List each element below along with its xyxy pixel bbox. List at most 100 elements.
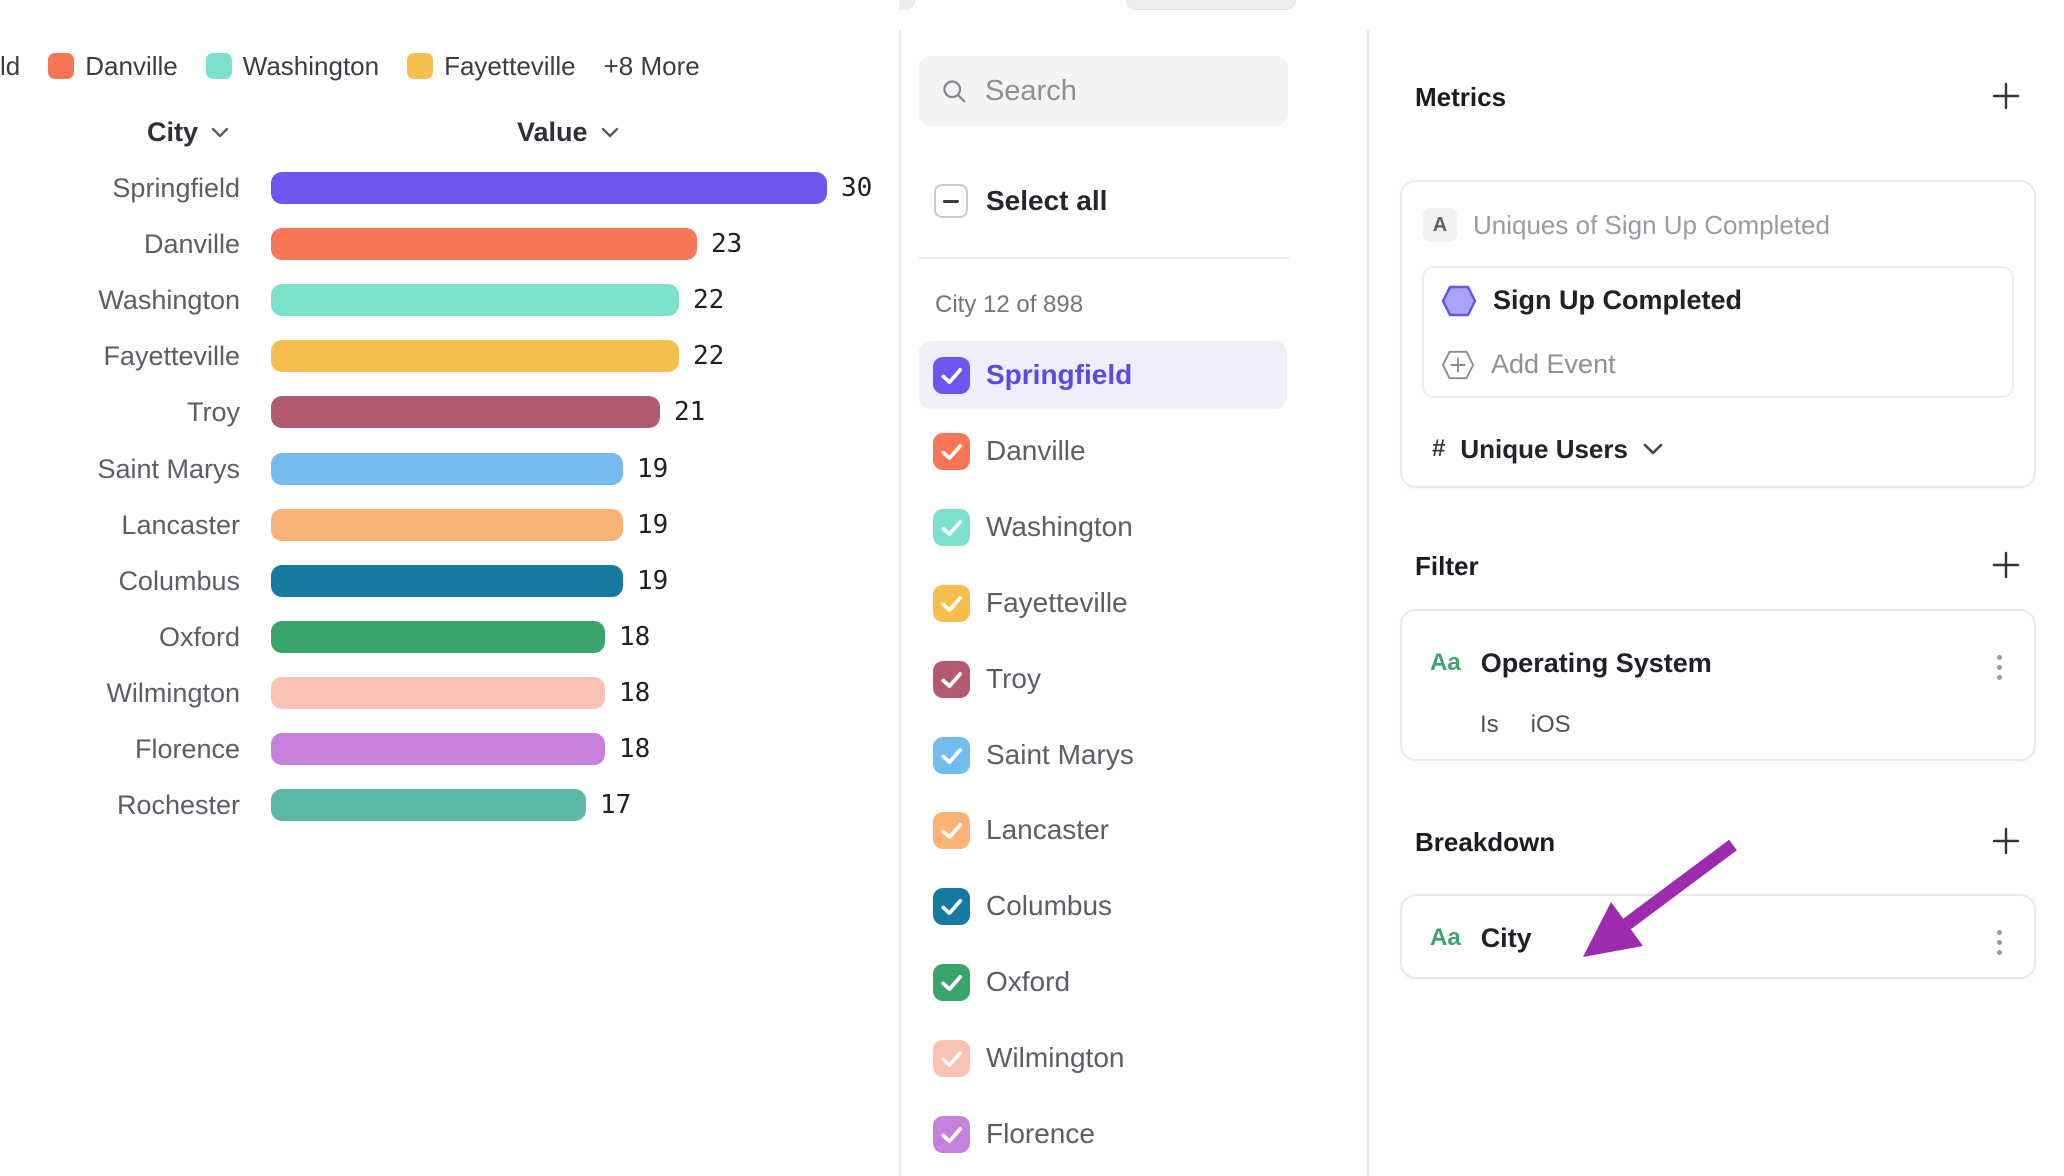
measure-dropdown[interactable]: # Unique Users bbox=[1432, 430, 1663, 468]
city-list-item[interactable]: Lancaster bbox=[919, 796, 1287, 864]
add-breakdown-button[interactable] bbox=[1985, 820, 2027, 862]
city-list-item[interactable]: Saint Marys bbox=[919, 721, 1287, 789]
chart-row: Fayetteville 22 bbox=[0, 340, 899, 372]
metric-summary-label: Uniques of Sign Up Completed bbox=[1473, 210, 1830, 241]
checkbox-checked[interactable] bbox=[933, 737, 970, 774]
hash-icon: # bbox=[1432, 435, 1445, 463]
chart-row: Troy21 bbox=[0, 396, 899, 428]
bar-category-label: Florence bbox=[0, 734, 240, 765]
checkmark-icon bbox=[933, 509, 970, 546]
bar-value-label: 18 bbox=[619, 734, 650, 764]
checkmark-icon bbox=[933, 661, 970, 698]
hexagon-plus-icon bbox=[1440, 349, 1476, 381]
city-label: Troy bbox=[986, 663, 1041, 695]
add-event-row[interactable]: Add Event bbox=[1440, 332, 2000, 397]
measure-label: Unique Users bbox=[1460, 434, 1628, 465]
plus-icon bbox=[1990, 80, 2022, 112]
bar-value-label: 17 bbox=[600, 790, 631, 820]
filter-property-row[interactable]: Aa Operating System bbox=[1430, 641, 1712, 685]
checkmark-icon bbox=[933, 585, 970, 622]
property-type-badge: Aa bbox=[1430, 649, 1461, 677]
bar bbox=[271, 284, 679, 316]
city-label: Columbus bbox=[986, 890, 1112, 922]
bar-category-label: Wilmington bbox=[0, 678, 240, 709]
city-label: Florence bbox=[986, 1118, 1095, 1150]
bar-value-label: 22 bbox=[693, 285, 724, 315]
checkbox-checked[interactable] bbox=[933, 433, 970, 470]
hexagon-icon bbox=[1440, 284, 1478, 318]
checkmark-icon bbox=[933, 888, 970, 925]
city-list-item[interactable]: Danville bbox=[919, 417, 1287, 485]
checkmark-icon bbox=[933, 357, 970, 394]
chart-rows: Springfield30Danville23Washington22Fayet… bbox=[0, 0, 899, 1176]
bar bbox=[271, 565, 623, 597]
checkmark-icon bbox=[933, 433, 970, 470]
checkbox-checked[interactable] bbox=[933, 357, 970, 394]
bar-category-label: Danville bbox=[0, 229, 240, 260]
city-list-item[interactable]: Oxford bbox=[919, 948, 1287, 1016]
add-filter-button[interactable] bbox=[1985, 544, 2027, 586]
plus-icon bbox=[1990, 549, 2022, 581]
checkbox-checked[interactable] bbox=[933, 1040, 970, 1077]
top-tab-fragment bbox=[1126, 0, 1296, 10]
bar bbox=[271, 396, 660, 428]
breakdown-property-label: City bbox=[1481, 923, 1532, 954]
bar-category-label: Oxford bbox=[0, 622, 240, 653]
checkbox-checked[interactable] bbox=[933, 1116, 970, 1153]
chart-row: Washington 22 bbox=[0, 284, 899, 316]
city-label: Danville bbox=[986, 435, 1086, 467]
plus-icon bbox=[1990, 825, 2022, 857]
city-list-item[interactable]: Washington bbox=[919, 493, 1287, 561]
bar-chart-panel: ld DanvilleWashingtonFayetteville+8 More… bbox=[0, 0, 899, 1176]
bar bbox=[271, 228, 697, 260]
breakdown-property-row[interactable]: Aa City bbox=[1430, 916, 1532, 960]
add-metric-button[interactable] bbox=[1985, 75, 2027, 117]
event-row[interactable]: Sign Up Completed bbox=[1440, 268, 2000, 333]
kebab-icon[interactable] bbox=[1991, 649, 2008, 686]
bar-category-label: Columbus bbox=[0, 566, 240, 597]
checkmark-icon bbox=[933, 964, 970, 1001]
bar-value-label: 18 bbox=[619, 622, 650, 652]
bar-value-label: 22 bbox=[693, 341, 724, 371]
kebab-icon[interactable] bbox=[1991, 924, 2008, 961]
bar-category-label: Saint Marys bbox=[0, 454, 240, 485]
bar-value-label: 19 bbox=[637, 510, 668, 540]
city-list-item[interactable]: Fayetteville bbox=[919, 569, 1287, 637]
bar-category-label: Fayetteville bbox=[0, 341, 240, 372]
city-label: Saint Marys bbox=[986, 739, 1134, 771]
bar-value-label: 23 bbox=[711, 229, 742, 259]
city-list-item[interactable]: Florence bbox=[919, 1100, 1287, 1168]
city-label: Lancaster bbox=[986, 814, 1109, 846]
add-event-label: Add Event bbox=[1491, 349, 1616, 380]
chart-row: Wilmington18 bbox=[0, 677, 899, 709]
filter-condition-row[interactable]: Is iOS bbox=[1480, 709, 1571, 741]
city-list-item[interactable]: Troy bbox=[919, 645, 1287, 713]
chevron-down-icon bbox=[1643, 443, 1663, 455]
metric-card: A Uniques of Sign Up Completed Sign Up C… bbox=[1400, 180, 2036, 488]
breakdown-card: Aa City bbox=[1400, 894, 2036, 979]
checkbox-checked[interactable] bbox=[933, 888, 970, 925]
city-list-item[interactable]: Columbus bbox=[919, 872, 1287, 940]
metric-summary-row: A Uniques of Sign Up Completed bbox=[1423, 208, 1830, 242]
chart-row: Lancaster19 bbox=[0, 509, 899, 541]
city-list: Springfield Danville Washington Fayettevill… bbox=[901, 30, 1367, 1176]
bar-category-label: Troy bbox=[0, 397, 240, 428]
metrics-section-title: Metrics bbox=[1415, 82, 1506, 113]
bar bbox=[271, 789, 586, 821]
checkbox-checked[interactable] bbox=[933, 585, 970, 622]
bar-category-label: Washington bbox=[0, 285, 240, 316]
checkbox-checked[interactable] bbox=[933, 964, 970, 1001]
checkbox-checked[interactable] bbox=[933, 812, 970, 849]
bar-category-label: Rochester bbox=[0, 790, 240, 821]
city-label: Wilmington bbox=[986, 1042, 1124, 1074]
chart-row: Springfield30 bbox=[0, 172, 899, 204]
city-list-item[interactable]: Springfield bbox=[919, 341, 1287, 409]
checkbox-checked[interactable] bbox=[933, 661, 970, 698]
chart-row: Rochester 17 bbox=[0, 789, 899, 821]
bar bbox=[271, 621, 605, 653]
city-list-item[interactable]: Wilmington bbox=[919, 1024, 1287, 1092]
city-label: Washington bbox=[986, 511, 1133, 543]
checkbox-checked[interactable] bbox=[933, 509, 970, 546]
bar-value-label: 19 bbox=[637, 566, 668, 596]
bar bbox=[271, 677, 605, 709]
